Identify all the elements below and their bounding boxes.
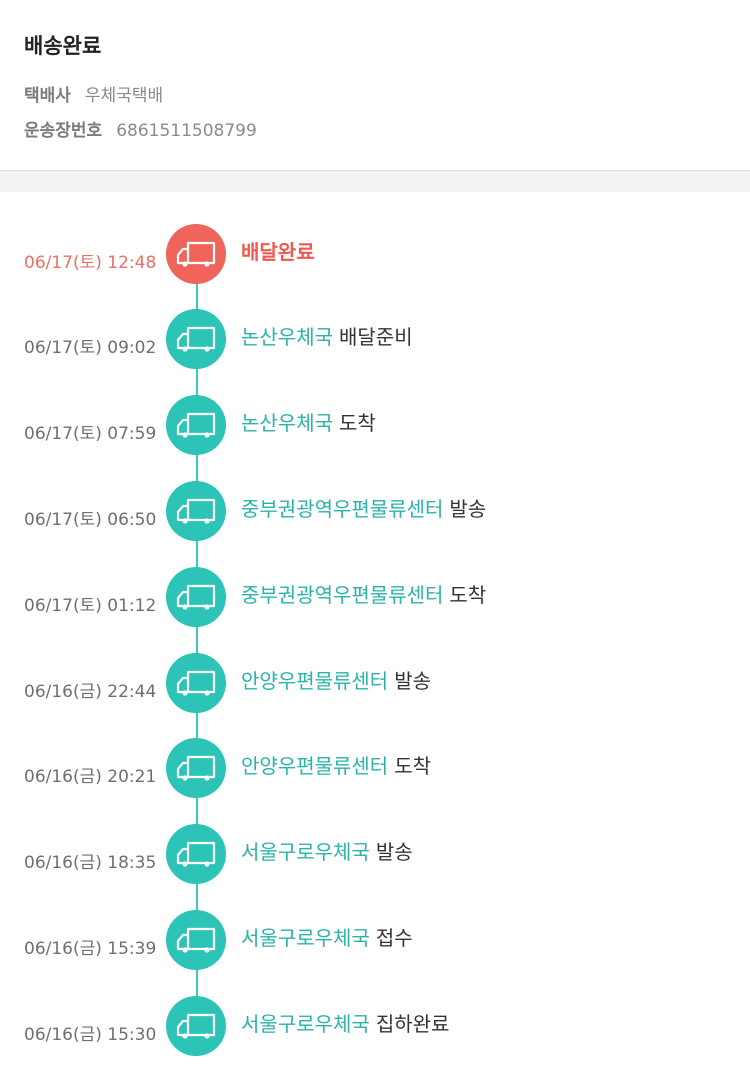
tracking-number-label: 운송장번호: [24, 121, 103, 141]
tracking-number-row: 운송장번호 6861511508799: [24, 116, 257, 141]
truck-icon: [166, 738, 226, 798]
truck-icon: [166, 224, 226, 284]
timeline-event: 06/17(토) 01:12 중부권광역우편물류센터 도착: [0, 567, 750, 627]
courier-label: 택배사: [24, 86, 71, 106]
event-time: 06/16(금) 15:39: [24, 939, 157, 959]
event-location: 논산우체국: [241, 411, 333, 435]
timeline-event: 06/16(금) 18:35 서울구로우체국 발송: [0, 824, 750, 884]
event-action: 도착: [394, 754, 432, 778]
event-time: 06/17(토) 12:48: [24, 253, 157, 273]
delivery-status-title: 배송완료: [24, 34, 102, 58]
event-location: 중부권광역우편물류센터: [241, 583, 444, 607]
event-time: 06/17(토) 09:02: [24, 338, 157, 358]
event-description: 중부권광역우편물류센터 발송: [241, 493, 486, 522]
timeline-event: 06/17(토) 06:50 중부권광역우편물류센터 발송: [0, 481, 750, 541]
timeline-event: 06/17(토) 07:59 논산우체국 도착: [0, 395, 750, 455]
courier-row: 택배사 우체국택배: [24, 81, 163, 106]
timeline-event: 06/16(금) 15:39 서울구로우체국 접수: [0, 910, 750, 970]
event-action: 집하완료: [375, 1012, 450, 1036]
event-location: 중부권광역우편물류센터: [241, 497, 444, 521]
event-location: 논산우체국: [241, 325, 333, 349]
truck-icon: [166, 481, 226, 541]
section-divider: [0, 171, 750, 192]
event-action: 발송: [449, 497, 487, 521]
event-description: 배달완료: [241, 236, 315, 265]
event-action: 발송: [394, 669, 432, 693]
event-location: 안양우편물류센터: [241, 669, 389, 693]
truck-icon: [166, 910, 226, 970]
timeline-event: 06/17(토) 09:02 논산우체국 배달준비: [0, 309, 750, 369]
event-description: 서울구로우체국 집하완료: [241, 1008, 449, 1037]
event-description: 서울구로우체국 발송: [241, 836, 413, 865]
event-time: 06/16(금) 22:44: [24, 682, 157, 702]
event-time: 06/17(토) 07:59: [24, 424, 157, 444]
event-description: 서울구로우체국 접수: [241, 922, 413, 951]
delivery-summary: 배송완료 택배사 우체국택배 운송장번호 6861511508799: [0, 0, 750, 171]
timeline-event: 06/16(금) 22:44 안양우편물류센터 발송: [0, 653, 750, 713]
event-location: 서울구로우체국: [241, 926, 370, 950]
tracking-number-value: 6861511508799: [116, 121, 257, 141]
timeline-event-current: 06/17(토) 12:48 배달완료: [0, 224, 750, 284]
truck-icon: [166, 567, 226, 627]
event-action: 접수: [375, 926, 413, 950]
event-time: 06/16(금) 18:35: [24, 853, 157, 873]
event-location: 안양우편물류센터: [241, 754, 389, 778]
event-action: 배달완료: [241, 240, 315, 264]
truck-icon: [166, 395, 226, 455]
truck-icon: [166, 996, 226, 1056]
timeline-event: 06/16(금) 15:30 서울구로우체국 집하완료: [0, 996, 750, 1056]
event-time: 06/16(금) 15:30: [24, 1025, 157, 1045]
truck-icon: [166, 824, 226, 884]
courier-value: 우체국택배: [84, 86, 164, 106]
event-action: 발송: [375, 840, 413, 864]
event-action: 배달준비: [339, 325, 413, 349]
event-action: 도착: [449, 583, 487, 607]
truck-icon: [166, 653, 226, 713]
event-location: 서울구로우체국: [241, 840, 370, 864]
event-time: 06/17(토) 01:12: [24, 596, 157, 616]
tracking-timeline: 06/17(토) 12:48 배달완료 06/17(토) 09:02 논산우체국…: [0, 192, 750, 1088]
event-action: 도착: [339, 411, 376, 435]
event-description: 중부권광역우편물류센터 도착: [241, 579, 486, 608]
event-time: 06/17(토) 06:50: [24, 510, 157, 530]
truck-icon: [166, 309, 226, 369]
event-description: 안양우편물류센터 도착: [241, 750, 431, 779]
event-description: 논산우체국 배달준비: [241, 321, 413, 350]
timeline-event: 06/16(금) 20:21 안양우편물류센터 도착: [0, 738, 750, 798]
event-description: 안양우편물류센터 발송: [241, 665, 431, 694]
event-description: 논산우체국 도착: [241, 407, 376, 436]
event-time: 06/16(금) 20:21: [24, 767, 157, 787]
event-location: 서울구로우체국: [241, 1012, 370, 1036]
